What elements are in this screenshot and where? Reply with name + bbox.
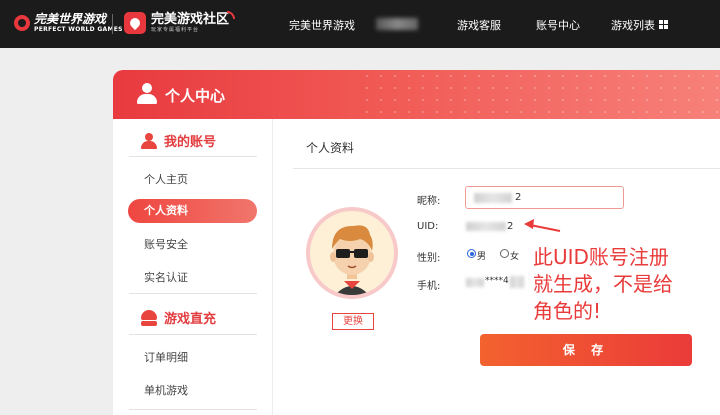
community-logo-icon bbox=[124, 12, 146, 34]
community-logo[interactable]: 完美游戏社区 玩家专属福利平台 bbox=[124, 11, 236, 34]
phone-redacted-suffix bbox=[510, 276, 524, 288]
nav-account-center[interactable]: 账号中心 bbox=[536, 17, 580, 33]
annotation-line-1: 此UID账号注册 bbox=[533, 245, 669, 269]
section-my-account-label: 我的账号 bbox=[164, 135, 217, 150]
sidebar-item-single-games[interactable]: 单机游戏 bbox=[144, 382, 188, 398]
nav-game-list[interactable]: 游戏列表 bbox=[611, 17, 655, 33]
annotation-line-2: 就生成，不是给 bbox=[533, 272, 673, 296]
sidebar-item-orders[interactable]: 订单明细 bbox=[144, 349, 188, 365]
gender-label: 性别: bbox=[417, 253, 441, 264]
phone-redacted-prefix bbox=[466, 278, 484, 287]
nav-customer-service[interactable]: 游戏客服 bbox=[457, 17, 501, 33]
account-icon bbox=[141, 132, 157, 149]
gender-female-label: 女 bbox=[510, 252, 520, 262]
uid-suffix: 2 bbox=[507, 221, 514, 232]
game-icon bbox=[141, 309, 157, 326]
user-center-banner: 个人中心 bbox=[113, 70, 720, 119]
top-navbar: 完美世界游戏 PERFECT WORLD GAMES 完美游戏社区 玩家专属福利… bbox=[0, 0, 720, 48]
page-title: 个人资料 bbox=[306, 141, 355, 155]
sidebar: 我的账号 个人主页 个人资料 账号安全 实名认证 游戏直充 订单明细 单机游戏 bbox=[113, 119, 273, 415]
logo-brand-cn: 完美世界游戏 bbox=[34, 12, 107, 26]
phone-label: 手机: bbox=[417, 281, 441, 292]
user-center-card: 个人中心 我的账号 个人主页 个人资料 账号安全 实名认证 游戏直充 订单明细 … bbox=[113, 70, 720, 415]
sidebar-item-realname[interactable]: 实名认证 bbox=[144, 269, 188, 285]
sidebar-item-security[interactable]: 账号安全 bbox=[144, 236, 188, 252]
logo-brand-en: PERFECT WORLD GAMES bbox=[34, 26, 123, 33]
section-game-topup-label: 游戏直充 bbox=[164, 312, 217, 327]
logo-community-cn: 完美游戏社区 bbox=[151, 12, 230, 27]
sidebar-item-homepage[interactable]: 个人主页 bbox=[144, 171, 188, 187]
sidebar-item-profile[interactable]: 个人资料 bbox=[128, 199, 257, 223]
banner-title: 个人中心 bbox=[165, 87, 226, 105]
annotation-text: 此UID账号注册 就生成，不是给 角色的! bbox=[533, 244, 703, 325]
perfect-world-logo-icon bbox=[14, 15, 30, 31]
avatar-cartoon-icon bbox=[330, 225, 374, 295]
signal-icon bbox=[227, 11, 236, 19]
save-button[interactable]: 保 存 bbox=[480, 334, 692, 366]
user-icon bbox=[136, 83, 158, 105]
nav-blurred-item[interactable] bbox=[376, 18, 418, 30]
section-my-account: 我的账号 bbox=[141, 131, 216, 150]
avatar bbox=[306, 207, 398, 299]
gender-female-radio[interactable] bbox=[500, 249, 509, 258]
gender-male-radio[interactable] bbox=[467, 249, 476, 258]
grid-icon[interactable] bbox=[659, 20, 668, 29]
nickname-label: 昵称: bbox=[417, 196, 441, 207]
uid-redacted bbox=[466, 222, 506, 231]
uid-label: UID: bbox=[417, 221, 439, 232]
logo-divider bbox=[112, 14, 113, 34]
nickname-suffix: 2 bbox=[515, 192, 522, 203]
nav-perfect-world-games[interactable]: 完美世界游戏 bbox=[289, 17, 355, 33]
annotation-line-3: 角色的! bbox=[533, 299, 602, 323]
gender-male-label: 男 bbox=[477, 252, 487, 262]
nickname-input[interactable]: 2 bbox=[465, 186, 624, 209]
nickname-redacted bbox=[474, 193, 512, 203]
section-game-topup: 游戏直充 bbox=[141, 308, 216, 327]
perfect-world-games-logo[interactable]: 完美世界游戏 PERFECT WORLD GAMES bbox=[14, 13, 123, 33]
annotation-arrow-icon bbox=[524, 219, 561, 232]
change-avatar-button[interactable]: 更换 bbox=[332, 313, 374, 330]
logo-community-sub: 玩家专属福利平台 bbox=[151, 27, 200, 33]
title-divider bbox=[293, 168, 720, 169]
phone-visible: ****4 bbox=[485, 276, 509, 286]
